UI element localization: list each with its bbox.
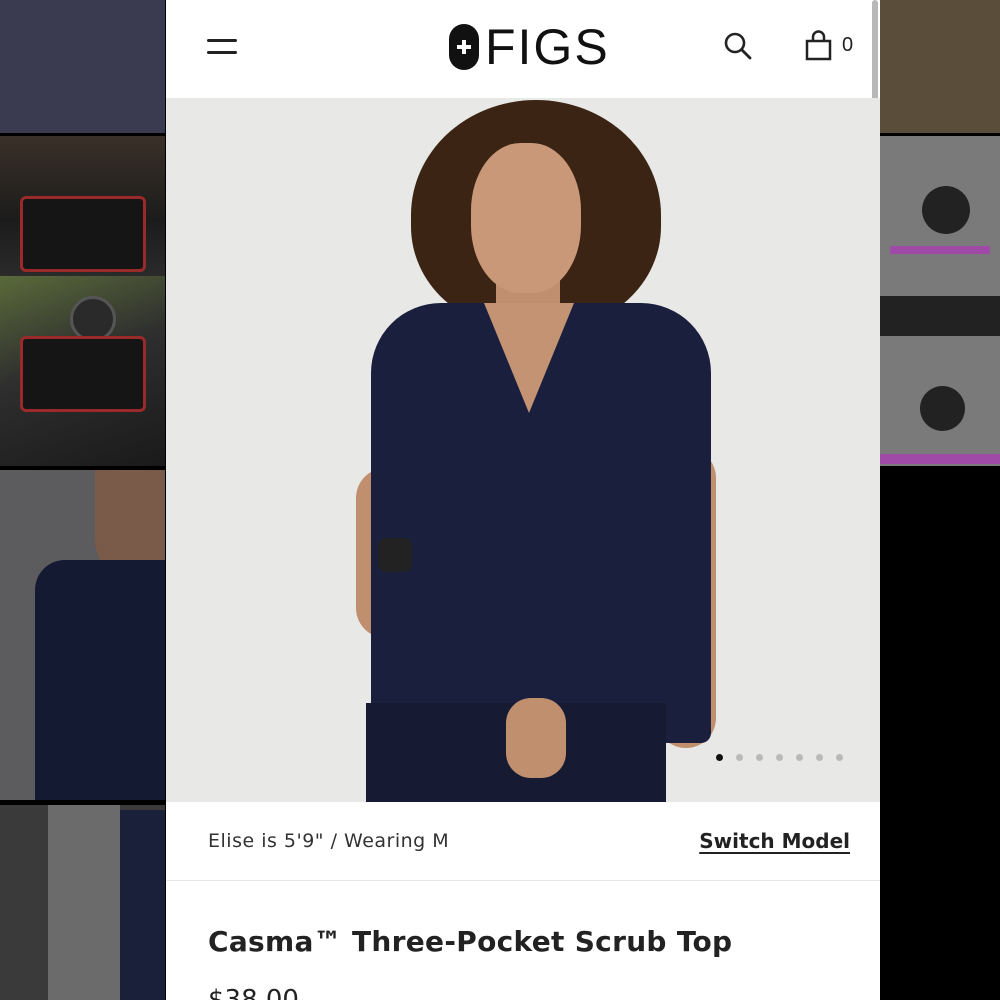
- pants-backdrop: [48, 805, 120, 1000]
- product-title: Casma™ Three-Pocket Scrub Top: [208, 925, 733, 958]
- menu-icon: [207, 39, 237, 42]
- switch-model-link[interactable]: Switch Model: [699, 829, 850, 853]
- model-shirt-shape: [35, 560, 165, 800]
- model-face: [471, 143, 581, 293]
- diagram-highlight: [890, 246, 990, 254]
- menu-button[interactable]: [207, 37, 239, 57]
- background-tile-bumper: [0, 136, 165, 276]
- product-image-carousel[interactable]: [166, 98, 880, 802]
- menu-icon: [207, 51, 237, 54]
- shopping-bag-icon: [805, 30, 832, 61]
- product-page: FIGS 0 Elise is 5'9" / Wearing M Switch …: [166, 0, 880, 1000]
- model-hand: [506, 698, 566, 778]
- diagram-circle: [920, 386, 965, 431]
- diagram-circle: [922, 186, 970, 234]
- brand-name: FIGS: [485, 19, 610, 75]
- cart-button[interactable]: [804, 30, 834, 62]
- background-tile-pants: [0, 805, 165, 1000]
- carousel-dot[interactable]: [816, 754, 823, 761]
- carousel-dot[interactable]: [776, 754, 783, 761]
- watch-shape: [378, 538, 412, 572]
- background-tile-black: [880, 466, 1000, 1000]
- diagram-highlight: [880, 454, 1000, 464]
- diagram-bar: [880, 296, 1000, 336]
- bumper-shape: [20, 196, 146, 272]
- grill-shape: [20, 336, 146, 412]
- background-tile-navy: [0, 0, 165, 133]
- product-info: Casma™ Three-Pocket Scrub Top $38.00: [166, 881, 880, 1000]
- carousel-dot[interactable]: [716, 754, 723, 761]
- background-tile-model: [0, 470, 165, 800]
- product-price: $38.00: [208, 985, 299, 1000]
- carousel-indicators: [716, 754, 843, 761]
- carousel-dot[interactable]: [736, 754, 743, 761]
- carousel-dot[interactable]: [836, 754, 843, 761]
- brand-plus-icon: [449, 24, 479, 70]
- background-tile-jeep: [0, 276, 165, 466]
- pants-leg-shape: [120, 810, 165, 1000]
- cart-count: 0: [842, 34, 854, 56]
- background-tile-document: [880, 0, 1000, 133]
- model-info-row: Elise is 5'9" / Wearing M Switch Model: [166, 802, 880, 881]
- model-size-info: Elise is 5'9" / Wearing M: [208, 830, 450, 852]
- scrub-vneck: [484, 303, 574, 413]
- carousel-dot[interactable]: [796, 754, 803, 761]
- search-button[interactable]: [722, 30, 754, 62]
- carousel-dot[interactable]: [756, 754, 763, 761]
- search-icon: [724, 32, 752, 60]
- background-tile-diagram: [880, 136, 1000, 466]
- site-header: FIGS 0: [166, 0, 880, 98]
- brand-logo[interactable]: FIGS: [449, 22, 610, 72]
